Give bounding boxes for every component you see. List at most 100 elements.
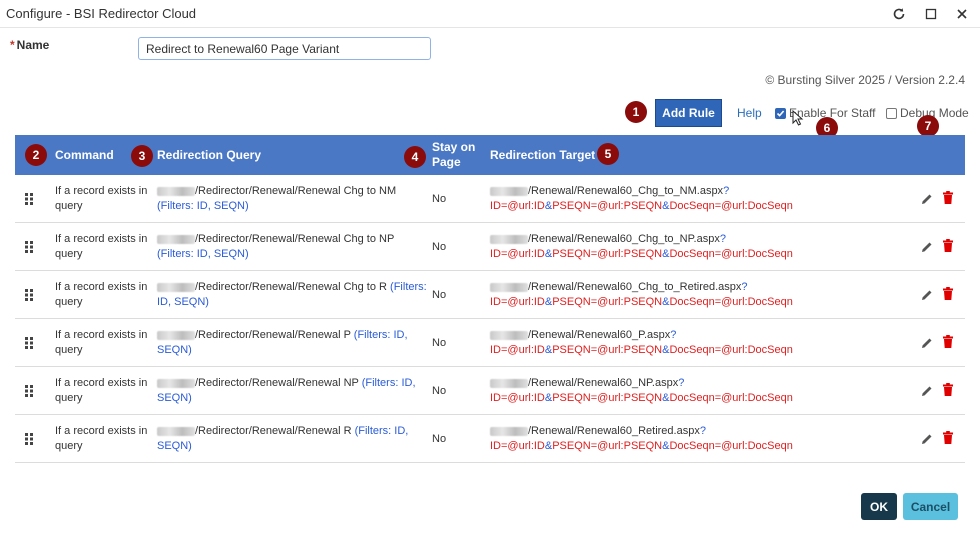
edit-pencil-icon[interactable] (920, 288, 934, 302)
callout-badge-4: 4 (404, 146, 426, 168)
refresh-icon[interactable] (888, 4, 910, 24)
delete-trash-icon[interactable] (942, 287, 956, 302)
callout-badge-1: 1 (625, 101, 647, 123)
drag-handle-icon[interactable] (25, 385, 35, 397)
debug-mode-checkbox[interactable] (886, 107, 897, 119)
row-stay-on-page: No (432, 241, 447, 253)
cancel-button[interactable]: Cancel (903, 493, 958, 520)
row-query-path: /Redirector/Renewal/Renewal R (195, 425, 352, 437)
table-row[interactable]: If a record exists in query /Redirector/… (15, 271, 965, 319)
row-target-params: ID=@url:ID&PSEQN=@url:PSEQN&DocSeqn=@url… (490, 392, 793, 404)
redacted-text (157, 186, 195, 196)
close-icon[interactable] (951, 4, 973, 24)
row-target-qmark: ? (699, 425, 706, 437)
ok-button[interactable]: OK (861, 493, 897, 520)
row-target-qmark: ? (741, 281, 748, 293)
row-query-path: /Redirector/Renewal/Renewal NP (195, 377, 359, 389)
row-target-qmark: ? (719, 233, 726, 245)
version-text: © Bursting Silver 2025 / Version 2.2.4 (765, 73, 965, 87)
callout-badge-2: 2 (25, 144, 47, 166)
row-target: /Renewal/Renewal60_Chg_to_NM.aspx? ID=@ur… (490, 184, 890, 214)
row-command: If a record exists in query (55, 233, 148, 260)
row-target-params: ID=@url:ID&PSEQN=@url:PSEQN&DocSeqn=@url… (490, 296, 793, 308)
delete-trash-icon[interactable] (942, 431, 956, 446)
window-title: Configure - BSI Redirector Cloud (6, 6, 197, 21)
drag-handle-icon[interactable] (25, 241, 35, 253)
drag-handle-icon[interactable] (25, 433, 35, 445)
row-query-path: /Redirector/Renewal/Renewal Chg to NP (195, 233, 395, 245)
mouse-cursor-icon (792, 110, 804, 126)
table-row[interactable]: If a record exists in query /Redirector/… (15, 223, 965, 271)
row-stay-on-page: No (432, 289, 447, 301)
drag-handle-icon[interactable] (25, 337, 35, 349)
edit-pencil-icon[interactable] (920, 432, 934, 446)
table-row[interactable]: If a record exists in query /Redirector/… (15, 175, 965, 223)
drag-handle-icon[interactable] (25, 193, 35, 205)
delete-trash-icon[interactable] (942, 383, 956, 398)
table-row[interactable]: If a record exists in query /Redirector/… (15, 367, 965, 415)
row-target: /Renewal/Renewal60_Chg_to_Retired.aspx? I… (490, 280, 890, 310)
row-target-params: ID=@url:ID&PSEQN=@url:PSEQN&DocSeqn=@url… (490, 440, 793, 452)
name-input[interactable] (138, 37, 431, 60)
header-stay-on-page[interactable]: Stay on Page (432, 135, 475, 175)
row-query-filters[interactable]: (Filters: ID, SEQN) (157, 248, 249, 260)
row-query-path: /Redirector/Renewal/Renewal Chg to R (195, 281, 387, 293)
table-row[interactable]: If a record exists in query /Redirector/… (15, 319, 965, 367)
enable-for-staff-checkbox[interactable] (775, 107, 786, 119)
drag-handle-icon[interactable] (25, 289, 35, 301)
row-query: /Redirector/Renewal/Renewal R (Filters: … (157, 424, 427, 454)
edit-pencil-icon[interactable] (920, 384, 934, 398)
redacted-text (157, 234, 195, 244)
required-mark: * (10, 38, 15, 52)
edit-pencil-icon[interactable] (920, 192, 934, 206)
name-label: * Name (10, 38, 49, 52)
table-row[interactable]: If a record exists in query /Redirector/… (15, 415, 965, 463)
header-redirection-query[interactable]: Redirection Query (157, 135, 261, 175)
row-target: /Renewal/Renewal60_NP.aspx? ID=@url:ID&PS… (490, 376, 890, 406)
row-stay-on-page: No (432, 337, 447, 349)
callout-badge-3: 3 (131, 145, 153, 167)
maximize-icon[interactable] (920, 4, 942, 24)
grid-header: 2 Command 3 Redirection Query 4 Stay on … (15, 135, 965, 175)
redacted-text (157, 282, 195, 292)
header-redirection-target[interactable]: Redirection Target (490, 135, 595, 175)
help-link[interactable]: Help (737, 106, 762, 120)
row-query: /Redirector/Renewal/Renewal Chg to NP (F… (157, 232, 427, 262)
redacted-text (157, 378, 195, 388)
row-target-params: ID=@url:ID&PSEQN=@url:PSEQN&DocSeqn=@url… (490, 344, 793, 356)
name-label-text: Name (16, 38, 50, 52)
row-command: If a record exists in query (55, 425, 148, 452)
redacted-text (490, 378, 528, 388)
redacted-text (490, 426, 528, 436)
row-target-params: ID=@url:ID&PSEQN=@url:PSEQN&DocSeqn=@url… (490, 200, 793, 212)
row-target-qmark: ? (670, 329, 677, 341)
row-query-path: /Redirector/Renewal/Renewal P (195, 329, 351, 341)
row-target: /Renewal/Renewal60_P.aspx? ID=@url:ID&PSE… (490, 328, 890, 358)
row-target-path: /Renewal/Renewal60_Chg_to_NM.aspx (528, 185, 724, 197)
row-command: If a record exists in query (55, 329, 148, 356)
row-target-params: ID=@url:ID&PSEQN=@url:PSEQN&DocSeqn=@url… (490, 248, 793, 260)
window-titlebar: Configure - BSI Redirector Cloud (0, 0, 980, 28)
row-target-path: /Renewal/Renewal60_Chg_to_NP.aspx (528, 233, 720, 245)
add-rule-button[interactable]: Add Rule (655, 99, 722, 127)
redacted-text (490, 234, 528, 244)
delete-trash-icon[interactable] (942, 191, 956, 206)
redacted-text (157, 426, 195, 436)
header-command[interactable]: Command (55, 135, 114, 175)
row-query: /Redirector/Renewal/Renewal Chg to NM (F… (157, 184, 427, 214)
edit-pencil-icon[interactable] (920, 336, 934, 350)
row-stay-on-page: No (432, 193, 447, 205)
delete-trash-icon[interactable] (942, 239, 956, 254)
callout-badge-5: 5 (597, 143, 619, 165)
row-target-path: /Renewal/Renewal60_P.aspx (528, 329, 671, 341)
row-target-qmark: ? (678, 377, 685, 389)
redacted-text (490, 186, 528, 196)
row-stay-on-page: No (432, 385, 447, 397)
redacted-text (490, 282, 528, 292)
row-command: If a record exists in query (55, 281, 148, 308)
row-query-filters[interactable]: (Filters: ID, SEQN) (157, 200, 249, 212)
row-target: /Renewal/Renewal60_Retired.aspx? ID=@url:… (490, 424, 890, 454)
edit-pencil-icon[interactable] (920, 240, 934, 254)
delete-trash-icon[interactable] (942, 335, 956, 350)
callout-badge-7: 7 (917, 115, 939, 137)
